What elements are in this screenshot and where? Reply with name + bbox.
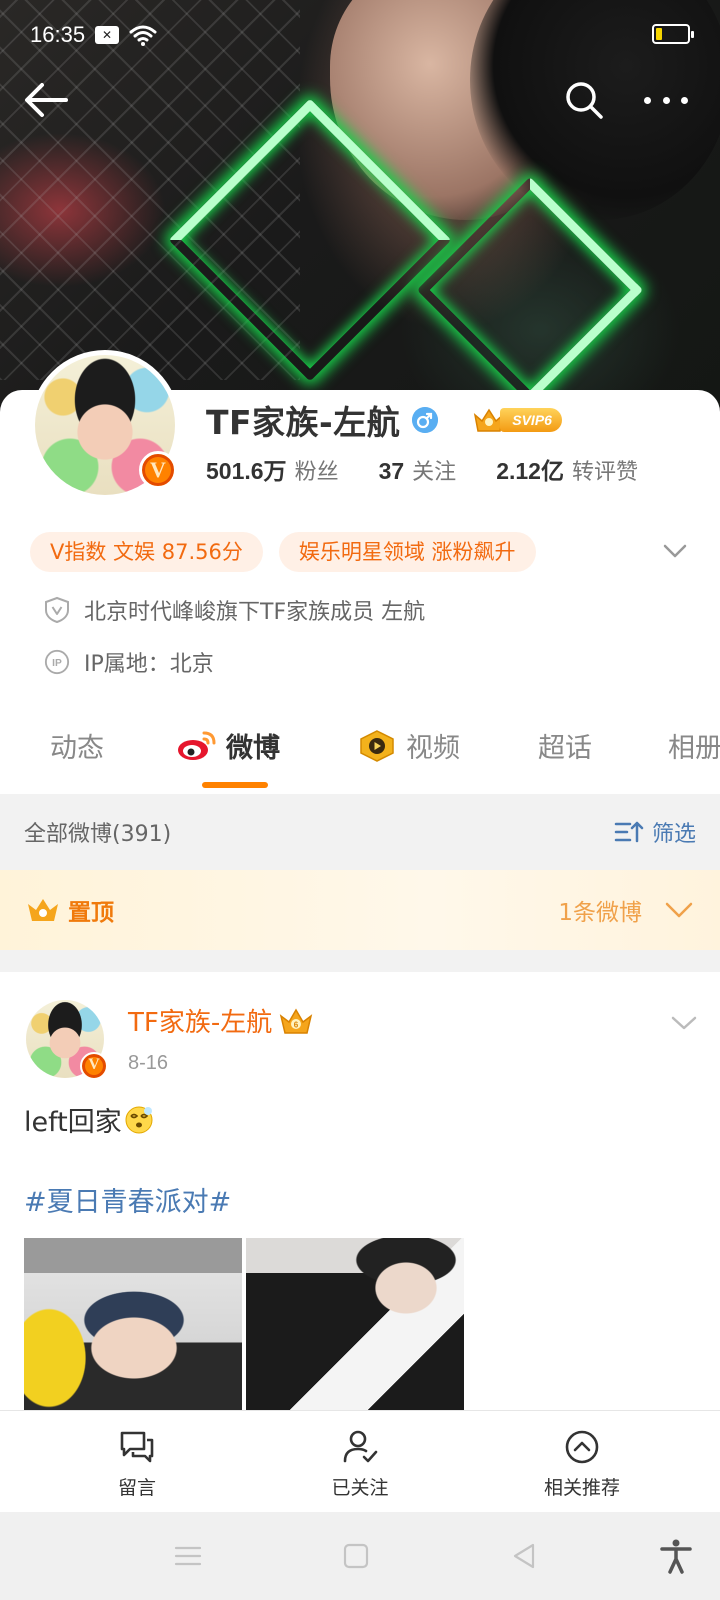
post-photo[interactable]: [246, 1238, 464, 1412]
following-label[interactable]: 关注: [412, 454, 456, 486]
verified-v-icon: V: [80, 1052, 108, 1080]
following-count[interactable]: 37: [379, 458, 405, 485]
comment-button[interactable]: 留言: [57, 1427, 217, 1500]
menu-icon[interactable]: [172, 1540, 204, 1572]
profile-stats: 501.6万 粉丝 37 关注 2.12亿 转评赞: [206, 452, 638, 486]
profile-name: TF家族-左航: [206, 403, 401, 442]
more-options-icon[interactable]: [640, 82, 692, 118]
status-time: 16:35: [30, 22, 86, 47]
battery-level: [656, 28, 662, 40]
profile-name-row: TF家族-左航 SVIP6: [206, 398, 562, 442]
svg-text:6: 6: [294, 1020, 299, 1029]
search-icon[interactable]: [564, 80, 604, 120]
shield-v-icon: [45, 596, 69, 624]
comment-icon: [120, 1431, 154, 1463]
video-badge-icon: [360, 729, 394, 762]
tab-label: 视频: [406, 733, 460, 764]
chevron-down-icon[interactable]: [670, 1014, 698, 1032]
followers-label[interactable]: 粉丝: [295, 454, 339, 486]
pinned-label: 置顶: [68, 900, 114, 926]
back-arrow-icon[interactable]: [22, 78, 70, 122]
back-triangle-icon[interactable]: [508, 1540, 540, 1572]
related-recommend-button[interactable]: 相关推荐: [502, 1427, 662, 1500]
ip-location: IP IP属地：北京: [44, 646, 214, 678]
post-date: 8-16: [128, 1052, 169, 1074]
wifi-icon: [129, 25, 157, 46]
crown-icon: [28, 899, 58, 921]
pinned-count: 1条微博: [558, 900, 642, 926]
followers-count[interactable]: 501.6万: [206, 452, 287, 486]
tab-label: 微博: [226, 733, 280, 764]
accessibility-icon[interactable]: [658, 1538, 694, 1574]
profile-tags: V指数 文娱 87.56分 娱乐明星领域 涨粉飙升: [30, 532, 536, 572]
filter-label: 筛选: [651, 822, 696, 847]
tab-label: 相册: [668, 733, 720, 764]
battery-icon: [652, 24, 694, 44]
tab-label: 超话: [538, 733, 592, 764]
tab-label: 动态: [50, 733, 104, 764]
svip-badge[interactable]: SVIP6: [472, 405, 562, 435]
chevron-up-circle-icon: [565, 1430, 599, 1464]
verification-info: 北京时代峰峻旗下TF家族成员 左航: [44, 594, 425, 626]
avatar[interactable]: V: [30, 350, 180, 500]
comment-label: 留言: [117, 1477, 156, 1499]
ip-location-text: IP属地：北京: [84, 652, 214, 677]
user-followed-icon: [343, 1430, 378, 1463]
post-text-content: left回家: [24, 1107, 122, 1138]
tag-fans-rising[interactable]: 娱乐明星领域 涨粉飙升: [278, 532, 536, 572]
all-posts-count: 全部微博(391): [24, 822, 172, 847]
filter-button[interactable]: 筛选: [614, 816, 696, 848]
filter-sort-icon: [614, 821, 644, 843]
followed-button[interactable]: 已关注: [280, 1427, 440, 1500]
profile-tabs: 动态 微博 视频 超话 相册: [0, 700, 720, 792]
post-card[interactable]: V TF家族-左航 6 8-16 left回家 #夏日青春派对#: [0, 972, 720, 1412]
post-author[interactable]: TF家族-左航: [128, 1002, 272, 1039]
tab-feed[interactable]: 动态: [50, 726, 104, 765]
tab-super-topic[interactable]: 超话: [538, 726, 592, 765]
status-bar: 16:35 ✕: [0, 0, 720, 70]
home-icon[interactable]: [340, 1540, 372, 1572]
verification-text: 北京时代峰峻旗下TF家族成员 左航: [84, 600, 426, 625]
weibo-logo-icon: [178, 731, 216, 760]
svip-crown-icon: 6: [280, 1008, 313, 1034]
chevron-down-icon: [665, 902, 693, 918]
followed-label: 已关注: [331, 1477, 389, 1499]
pinned-bar[interactable]: 置顶 1条微博: [0, 870, 720, 950]
likes-count: 2.12亿: [496, 458, 564, 484]
section-divider: [0, 950, 720, 972]
post-author-row: TF家族-左航 6: [128, 1002, 314, 1039]
active-tab-indicator: [202, 782, 268, 788]
svip-label: SVIP6: [500, 408, 562, 432]
chevron-down-icon[interactable]: [662, 542, 688, 560]
ip-icon: IP: [44, 649, 70, 675]
likes-label: 转评赞: [571, 460, 638, 485]
verified-v-icon: V: [139, 451, 177, 489]
related-recommend-label: 相关推荐: [543, 1477, 620, 1499]
male-icon: [412, 407, 439, 433]
dizzy-face-icon: [125, 1106, 153, 1133]
post-photo[interactable]: [24, 1238, 242, 1412]
sim-x-icon: ✕: [95, 26, 120, 44]
bottom-action-bar: 留言 已关注 相关推荐: [0, 1410, 720, 1512]
tab-album[interactable]: 相册: [668, 726, 720, 765]
filter-bar: 全部微博(391) 筛选: [0, 794, 720, 870]
post-text: left回家: [24, 1100, 154, 1139]
tab-weibo[interactable]: 微博: [176, 726, 280, 765]
system-navigation-bar: [0, 1512, 720, 1600]
post-avatar[interactable]: V: [26, 1000, 108, 1080]
tab-video[interactable]: 视频: [356, 726, 460, 765]
post-topic-link[interactable]: #夏日青春派对#: [24, 1180, 231, 1219]
svg-text:IP: IP: [52, 658, 62, 669]
tag-v-index[interactable]: V指数 文娱 87.56分: [30, 532, 263, 572]
